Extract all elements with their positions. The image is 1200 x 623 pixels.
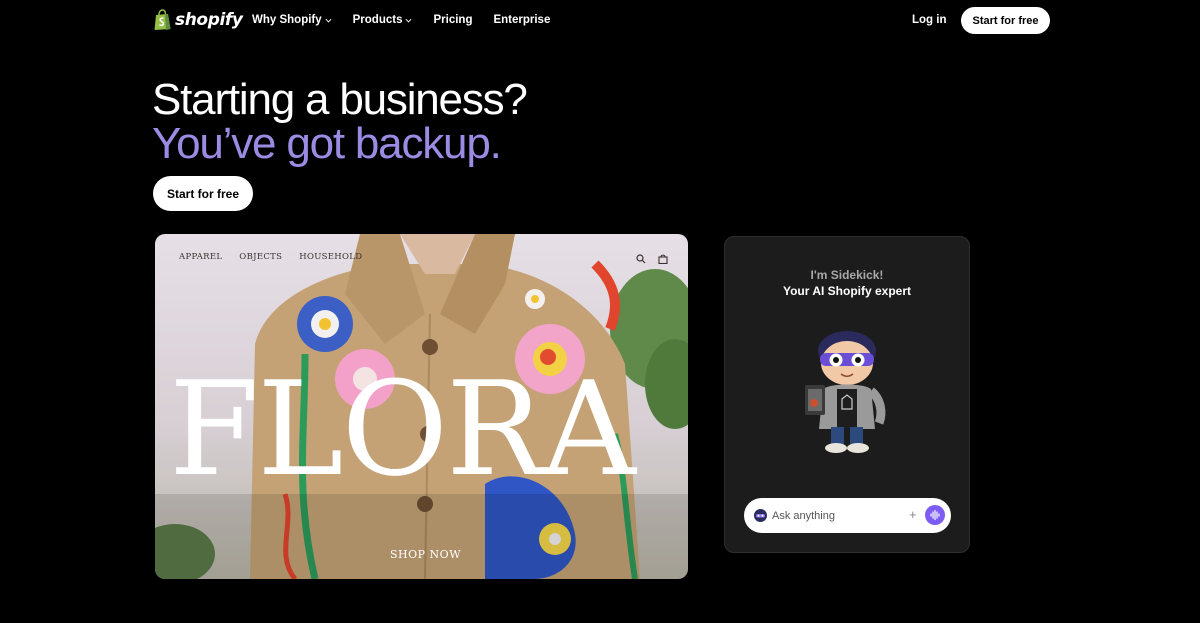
store-nav-apparel[interactable]: APPAREL: [179, 252, 222, 262]
bag-icon[interactable]: [658, 251, 668, 265]
plus-icon[interactable]: +: [909, 507, 917, 523]
hero-start-free-button[interactable]: Start for free: [153, 176, 253, 211]
hero-headline: Starting a business?: [152, 75, 528, 124]
voice-input-button[interactable]: [925, 505, 945, 525]
shopify-logo[interactable]: shopify: [153, 9, 243, 31]
shop-now-link[interactable]: SHOP NOW: [390, 548, 461, 561]
hero-subheadline: You’ve got backup.: [152, 119, 502, 168]
nav-links: Why Shopify Products Pricing Enterprise: [252, 14, 550, 26]
ask-input[interactable]: [772, 507, 902, 524]
shopify-bag-icon: [154, 9, 171, 30]
nav-why-shopify-label: Why Shopify: [252, 14, 322, 26]
nav-enterprise-label: Enterprise: [493, 14, 551, 26]
nav-start-free-button[interactable]: Start for free: [961, 7, 1050, 34]
store-nav-objects[interactable]: OBJECTS: [239, 252, 282, 262]
login-link[interactable]: Log in: [912, 14, 947, 26]
store-header-icons: [636, 251, 668, 265]
top-navigation: shopify Why Shopify Products Pricing Ent…: [0, 0, 1200, 42]
store-headline: FLORA: [169, 353, 636, 505]
search-icon[interactable]: [636, 251, 646, 264]
sidekick-avatar-icon: [754, 509, 767, 522]
nav-why-shopify[interactable]: Why Shopify: [252, 14, 332, 26]
chevron-down-icon: [325, 18, 332, 22]
nav-pricing-label: Pricing: [433, 14, 473, 26]
nav-enterprise[interactable]: Enterprise: [493, 14, 550, 26]
chevron-down-icon: [406, 18, 412, 22]
sidekick-ask-bar: +: [744, 498, 951, 533]
nav-products[interactable]: Products: [353, 14, 413, 26]
sidekick-tagline: Your AI Shopify expert: [782, 284, 911, 298]
nav-pricing[interactable]: Pricing: [433, 14, 472, 26]
sidekick-mascot: [805, 331, 886, 453]
store-category-nav: APPAREL OBJECTS HOUSEHOLD: [179, 252, 362, 262]
sidekick-intro: I'm Sidekick!: [810, 268, 884, 282]
waveform-icon: [930, 509, 940, 521]
nav-products-label: Products: [352, 14, 403, 26]
sidekick-card: I'm Sidekick! Your AI Shopify expert Ask…: [724, 236, 970, 553]
store-nav-household[interactable]: HOUSEHOLD: [299, 252, 362, 262]
store-preview-image[interactable]: APPAREL OBJECTS HOUSEHOLD FLORA SHOP NOW: [155, 234, 688, 579]
logo-wordmark: shopify: [175, 10, 243, 30]
